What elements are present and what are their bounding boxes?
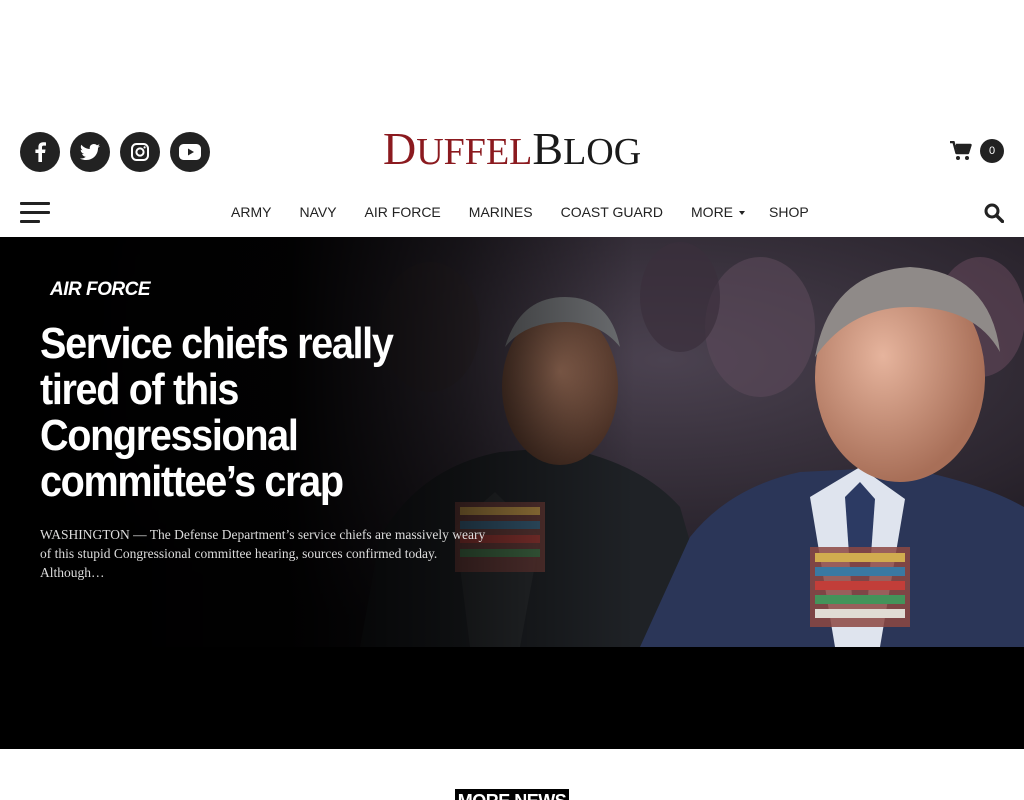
instagram-button[interactable] xyxy=(120,132,160,172)
logo-text-log: LOG xyxy=(563,131,642,173)
instagram-icon xyxy=(131,143,149,161)
featured-story: AIR FORCE Service chiefs really tired of… xyxy=(0,237,1024,749)
hamburger-menu-icon[interactable] xyxy=(20,202,50,224)
featured-category[interactable]: AIR FORCE xyxy=(50,279,151,301)
featured-excerpt: WASHINGTON — The Defense Department’s se… xyxy=(40,527,486,580)
featured-title[interactable]: Service chiefs really tired of this Cong… xyxy=(40,321,418,505)
shopping-cart-icon xyxy=(950,141,972,160)
twitter-button[interactable] xyxy=(70,132,110,172)
cart-count-badge: 0 xyxy=(980,139,1004,163)
nav-item-more[interactable]: MORE xyxy=(691,204,746,220)
nav-item-air-force[interactable]: AIR FORCE xyxy=(365,204,441,220)
nav-menu: ARMY NAVY AIR FORCE MARINES COAST GUARD … xyxy=(231,204,837,220)
cart-button[interactable]: 0 xyxy=(950,139,1004,163)
social-links xyxy=(20,132,210,172)
nav-item-coast-guard[interactable]: COAST GUARD xyxy=(561,204,663,220)
logo-letter-b: B xyxy=(532,123,564,174)
site-logo[interactable]: D UFFEL B LOG xyxy=(383,126,641,172)
nav-item-army[interactable]: ARMY xyxy=(231,204,271,220)
search-button[interactable] xyxy=(984,203,1005,228)
site-header: D UFFEL B LOG 0 xyxy=(0,110,1024,190)
twitter-icon xyxy=(80,144,100,160)
facebook-icon xyxy=(35,142,46,162)
more-news-heading: MORE NEWS xyxy=(455,789,569,800)
youtube-button[interactable] xyxy=(170,132,210,172)
nav-item-marines[interactable]: MARINES xyxy=(469,204,533,220)
main-nav: ARMY NAVY AIR FORCE MARINES COAST GUARD … xyxy=(0,190,1024,237)
facebook-button[interactable] xyxy=(20,132,60,172)
logo-text-uffel: UFFEL xyxy=(416,131,533,173)
ad-space xyxy=(0,0,1024,110)
youtube-icon xyxy=(179,144,201,160)
nav-item-shop[interactable]: SHOP xyxy=(769,204,809,220)
nav-item-navy[interactable]: NAVY xyxy=(299,204,336,220)
search-icon xyxy=(984,203,1005,224)
logo-letter-d: D xyxy=(383,123,417,174)
